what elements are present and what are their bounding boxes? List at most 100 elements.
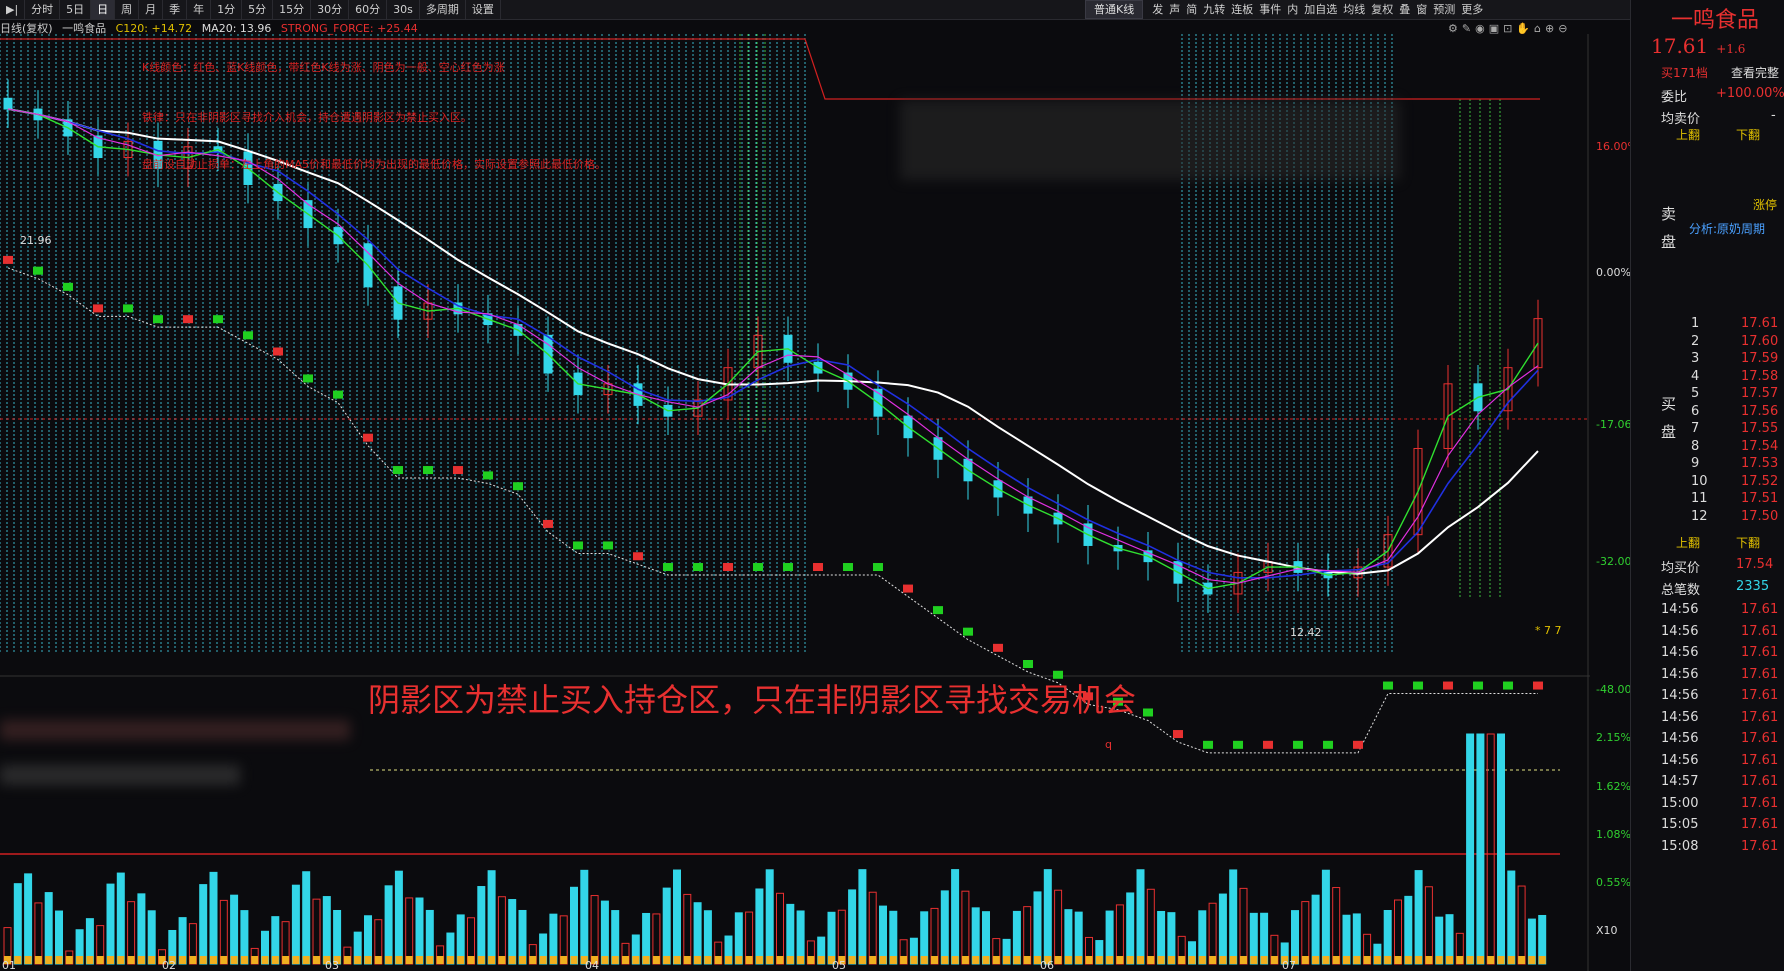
volume-base [694,956,702,964]
buy-levels-button[interactable]: 买171档 [1661,64,1708,81]
tool-button-12[interactable]: 预测 [1430,0,1458,19]
view-all-button[interactable]: 查看完整 [1731,64,1779,81]
volume-base [1229,956,1237,964]
period-tab-5[interactable]: 季 [163,0,188,19]
period-tab-3[interactable]: 周 [115,0,140,19]
volume-base [199,956,207,964]
volume-bar [1486,733,1495,965]
period-tab-4[interactable]: 月 [139,0,164,19]
tool-button-11[interactable]: 窗 [1413,0,1430,19]
volume-base [117,956,125,964]
bid-level: 11 [1691,491,1708,506]
note-color-rule: K线颜色：红色、蓝K线颜色，带红色K线为涨、阴色为一般、空心红色为涨 [142,61,505,74]
volume-base [1054,956,1062,964]
trade-row: 14:56 17.61 [1631,710,1784,734]
volume-base [632,956,640,964]
tool-button-2[interactable]: 简 [1183,0,1200,19]
period-tab-13[interactable]: 多周期 [420,0,466,19]
volume-base [1507,956,1515,964]
volume-base [385,956,393,964]
volume-bar [24,873,33,965]
volume-base [148,956,156,964]
volume-bar [384,885,393,965]
volume-bar [240,910,249,965]
avg-buy-row: 均买价 17.54 [1631,557,1784,577]
band-block [483,471,493,480]
up-page-button-2[interactable]: 上翻 [1676,534,1700,551]
volume-base [1240,956,1247,964]
volume-base [755,956,763,964]
period-tab-8[interactable]: 5分 [242,0,274,19]
volume-bar [209,871,218,965]
volume-base [343,956,351,964]
bid-level: 2 [1691,333,1700,349]
tool-button-3[interactable]: 九转 [1200,0,1228,19]
volume-bar [1414,870,1423,965]
volume-bar [858,869,867,965]
vol-axis-tick: 2.15% [1596,731,1630,744]
down-page-button-2[interactable]: 下翻 [1736,534,1760,551]
down-page-button[interactable]: 下翻 [1736,126,1760,143]
bid-level: 6 [1691,403,1700,419]
band-block [1203,740,1213,749]
tool-button-5[interactable]: 事件 [1256,0,1284,19]
period-tab-9[interactable]: 15分 [273,0,312,19]
tool-button-7[interactable]: 加自选 [1301,0,1340,19]
period-tab-10[interactable]: 30分 [311,0,350,19]
volume-base [230,956,238,964]
volume-base [1219,956,1227,964]
tool-button-10[interactable]: 叠 [1396,0,1413,19]
up-page-button[interactable]: 上翻 [1676,126,1700,143]
buy-side-label: 买盘 [1661,395,1677,441]
volume-base [529,956,537,964]
volume-base [436,956,444,964]
volume-base [292,956,300,964]
volume-base [210,956,217,964]
trade-price: 17.61 [1741,645,1779,660]
period-tab-12[interactable]: 30s [387,0,420,19]
volume-base [1126,956,1134,964]
volume-base [457,956,465,964]
volume-base [817,956,825,964]
period-tab-7[interactable]: 1分 [211,0,243,19]
bid-level: 10 [1691,473,1708,489]
period-tab-1[interactable]: 5日 [60,0,92,19]
volume-bar [394,870,403,965]
tool-button-4[interactable]: 连板 [1228,0,1256,19]
bid-price: 17.57 [1741,386,1779,401]
period-tab-11[interactable]: 60分 [349,0,388,19]
band-block [183,315,193,324]
bid-price: 17.58 [1741,368,1779,384]
volume-base [1085,956,1093,964]
menu-icon[interactable]: ▶| [0,0,26,19]
volume-bar [1301,901,1310,965]
period-tab-6[interactable]: 年 [187,0,212,19]
volume-base [1456,956,1464,964]
bid-level: 1 [1691,316,1700,331]
period-tab-2[interactable]: 日 [91,0,116,19]
pct-axis-tick: -32.00% [1596,555,1630,568]
volume-base [498,956,506,964]
volume-bar [1517,885,1526,965]
period-tab-0[interactable]: 分时 [25,0,61,19]
tool-button-9[interactable]: 复权 [1368,0,1396,19]
kline-type-select[interactable]: 普通K线 [1085,0,1144,19]
volume-base [549,956,557,964]
tool-button-0[interactable]: 发 [1149,0,1166,19]
band-block [903,584,913,593]
trade-price: 17.61 [1741,709,1779,725]
analysis-label: 分析:原奶周期 [1689,222,1766,236]
tool-button-6[interactable]: 内 [1284,0,1301,19]
volume-base [673,956,681,964]
blurred-region [900,100,1400,180]
volume-base [1332,956,1340,964]
period-tab-14[interactable]: 设置 [466,0,501,19]
volume-base [1075,956,1083,964]
trade-row: 14:56 17.61 [1631,602,1784,626]
volume-base [1095,956,1103,964]
tool-button-1[interactable]: 声 [1166,0,1183,19]
volume-base [488,956,496,964]
tool-button-13[interactable]: 更多 [1458,0,1486,19]
tool-button-8[interactable]: 均线 [1340,0,1368,19]
month-label: 07 [1282,959,1296,971]
